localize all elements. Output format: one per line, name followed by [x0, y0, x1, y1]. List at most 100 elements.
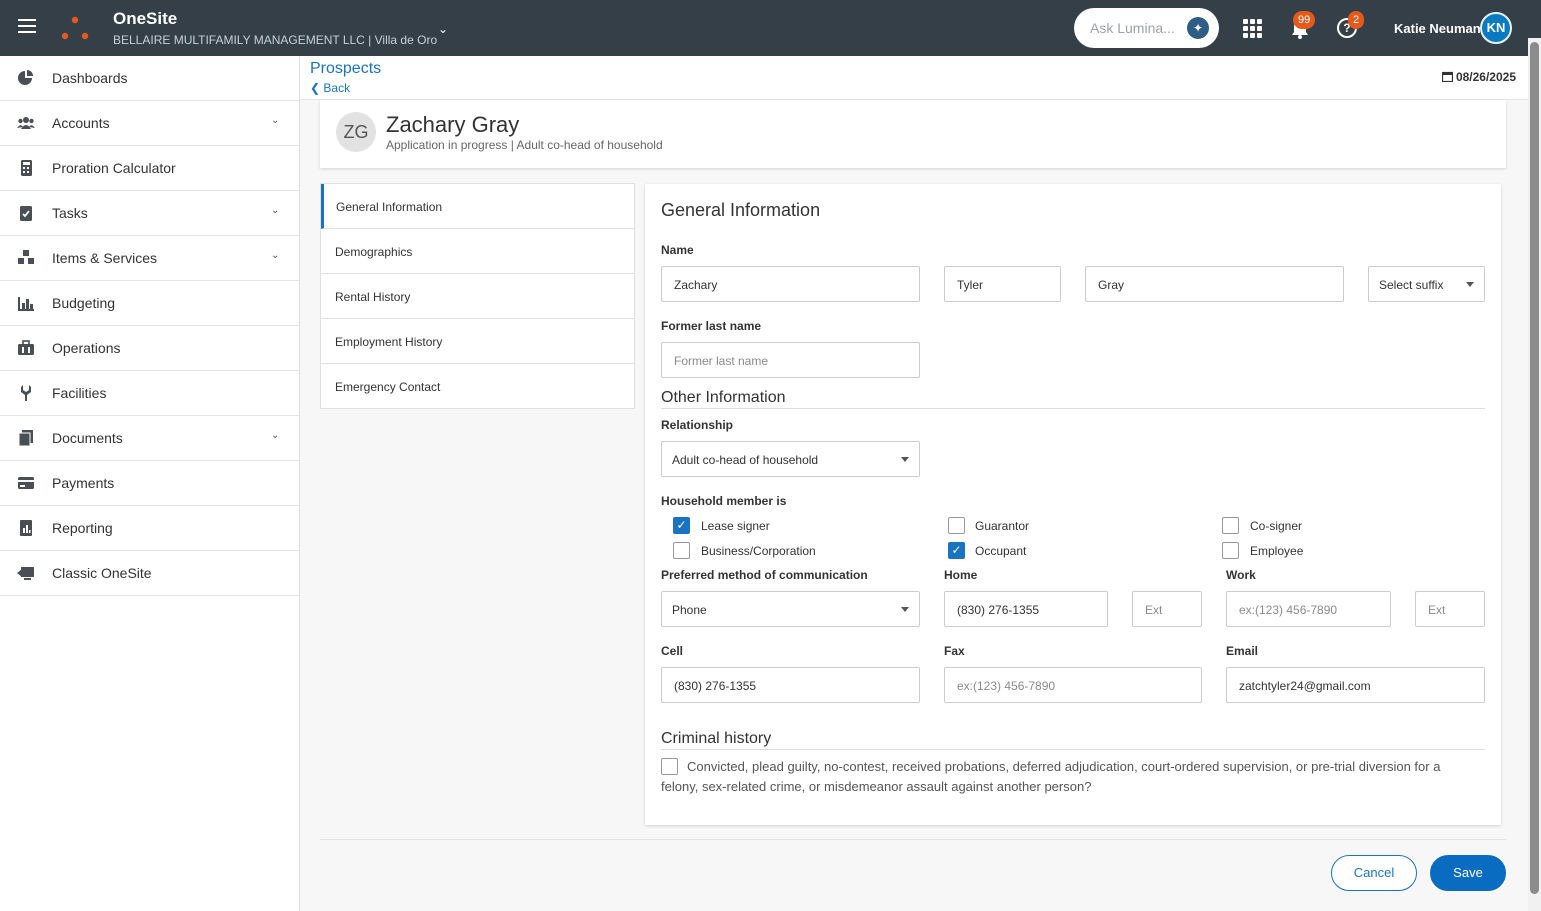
work-ext-field[interactable]: Ext [1415, 591, 1485, 627]
last-name-field[interactable]: Gray [1085, 266, 1344, 302]
other-information-heading: Other Information [661, 389, 786, 406]
home-phone-field[interactable]: (830) 276-1355 [944, 591, 1108, 627]
caret-down-icon [1466, 282, 1474, 287]
divider [320, 839, 1506, 840]
suffix-select-value: Select suffix [1379, 278, 1444, 292]
lease-signer-label: Lease signer [701, 519, 770, 533]
employee-checkbox[interactable] [1222, 542, 1239, 559]
top-bar: OneSite BELLAIRE MULTIFAMILY MANAGEMENT … [0, 0, 1541, 56]
home-ext-field[interactable]: Ext [1132, 591, 1202, 627]
briefcase-icon [18, 340, 34, 355]
sidebar-item-label: Operations [52, 340, 121, 356]
notifications-badge: 99 [1293, 11, 1316, 29]
sidebar-item-classic-onesite[interactable]: Classic OneSite [0, 551, 299, 596]
company-property: BELLAIRE MULTIFAMILY MANAGEMENT LLC | Vi… [113, 33, 438, 47]
sidebar: Dashboards Accounts ⌄ Proration Calculat… [0, 56, 300, 911]
relationship-label: Relationship [661, 418, 734, 432]
co-signer-checkbox[interactable] [1222, 517, 1239, 534]
lease-signer-checkbox[interactable]: ✓ [673, 517, 690, 534]
first-name-field[interactable]: Zachary [661, 266, 920, 302]
boxes-icon [18, 250, 34, 264]
sidebar-item-facilities[interactable]: Facilities [0, 371, 299, 416]
sidebar-item-documents[interactable]: Documents ⌄ [0, 416, 299, 461]
users-icon [17, 117, 35, 129]
credit-card-icon [18, 477, 34, 489]
divider [661, 749, 1485, 750]
cell-label: Cell [661, 644, 684, 658]
clipboard-check-icon [20, 206, 32, 221]
work-phone-field[interactable]: ex:(123) 456-7890 [1226, 591, 1391, 627]
wrench-icon [21, 385, 31, 401]
scrollbar[interactable] [1528, 38, 1541, 911]
menu-icon[interactable] [18, 19, 36, 35]
business-corporation-checkbox[interactable] [673, 542, 690, 559]
relationship-select[interactable]: Adult co-head of household [661, 441, 920, 477]
chevron-down-icon[interactable]: ⌄ [438, 22, 448, 36]
sparkle-icon[interactable]: ✦ [1187, 17, 1209, 39]
breadcrumb[interactable]: Prospects [310, 60, 381, 78]
sidebar-item-label: Facilities [52, 385, 107, 401]
guarantor-checkbox[interactable] [948, 517, 965, 534]
back-link[interactable]: ❮ Back [310, 81, 350, 95]
fax-field[interactable]: ex:(123) 456-7890 [944, 667, 1202, 703]
sidebar-item-payments[interactable]: Payments [0, 461, 299, 506]
tab-general-information[interactable]: General Information [321, 184, 634, 229]
cell-phone-field[interactable]: (830) 276-1355 [661, 667, 920, 703]
sidebar-item-dashboards[interactable]: Dashboards [0, 56, 299, 101]
chevron-down-icon[interactable]: ⌄ [271, 115, 279, 126]
middle-name-field[interactable]: Tyler [944, 266, 1061, 302]
caret-down-icon [901, 457, 909, 462]
criminal-history-heading: Criminal history [661, 730, 772, 747]
sidebar-item-budgeting[interactable]: Budgeting [0, 281, 299, 326]
prospect-card: ZG Zachary Gray Application in progress … [320, 100, 1506, 168]
date-value: 08/26/2025 [1455, 70, 1516, 84]
sidebar-item-label: Budgeting [52, 295, 116, 311]
sidebar-item-reporting[interactable]: Reporting [0, 506, 299, 551]
sidebar-item-label: Proration Calculator [52, 160, 176, 176]
tab-employment-history[interactable]: Employment History [321, 319, 634, 364]
documents-icon [18, 430, 33, 446]
cancel-button[interactable]: Cancel [1331, 855, 1417, 891]
former-last-name-field[interactable]: Former last name [661, 342, 920, 378]
sidebar-item-label: Payments [52, 475, 115, 491]
bar-chart-icon [18, 297, 34, 311]
occupant-checkbox[interactable]: ✓ [948, 542, 965, 559]
chevron-down-icon[interactable]: ⌄ [271, 430, 279, 441]
tab-rental-history[interactable]: Rental History [321, 274, 634, 319]
ask-lumina-placeholder: Ask Lumina... [1090, 20, 1175, 36]
preferred-communication-select[interactable]: Phone [661, 591, 920, 627]
email-field[interactable]: zatchtyler24@gmail.com [1226, 667, 1485, 703]
avatar[interactable]: KN [1480, 12, 1512, 44]
user-name[interactable]: Katie Neuman [1394, 21, 1481, 36]
sidebar-item-operations[interactable]: Operations [0, 326, 299, 371]
preferred-communication-value: Phone [672, 603, 707, 617]
sidebar-item-label: Documents [52, 430, 123, 446]
pie-chart-icon [18, 70, 33, 85]
relationship-select-value: Adult co-head of household [672, 453, 819, 467]
tab-emergency-contact[interactable]: Emergency Contact [321, 364, 634, 409]
ask-lumina-input[interactable]: Ask Lumina... ✦ [1074, 8, 1219, 48]
business-corporation-label: Business/Corporation [701, 544, 816, 558]
chevron-down-icon[interactable]: ⌄ [271, 205, 279, 216]
apps-grid-icon[interactable] [1243, 19, 1263, 39]
page-header: Prospects ❮ Back 08/26/2025 [300, 56, 1528, 100]
help-badge: 2 [1348, 11, 1365, 29]
general-information-form: General Information Name Zachary Tyler G… [645, 184, 1501, 825]
back-label: Back [323, 81, 351, 95]
sidebar-item-tasks[interactable]: Tasks ⌄ [0, 191, 299, 236]
sidebar-item-accounts[interactable]: Accounts ⌄ [0, 101, 299, 146]
sidebar-item-label: Dashboards [52, 70, 128, 86]
criminal-history-question: Convicted, plead guilty, no-contest, rec… [661, 759, 1441, 794]
save-button[interactable]: Save [1430, 855, 1506, 891]
sidebar-item-label: Reporting [52, 520, 113, 536]
scrollbar-thumb[interactable] [1530, 42, 1539, 894]
onesite-logo [61, 16, 89, 40]
sidebar-item-proration-calculator[interactable]: Proration Calculator [0, 146, 299, 191]
sidebar-item-items-services[interactable]: Items & Services ⌄ [0, 236, 299, 281]
tab-demographics[interactable]: Demographics [321, 229, 634, 274]
chevron-down-icon[interactable]: ⌄ [271, 250, 279, 261]
co-signer-label: Co-signer [1250, 519, 1303, 533]
former-last-name-label: Former last name [661, 319, 762, 333]
sidebar-item-label: Classic OneSite [52, 565, 152, 581]
suffix-select[interactable]: Select suffix [1368, 266, 1485, 302]
